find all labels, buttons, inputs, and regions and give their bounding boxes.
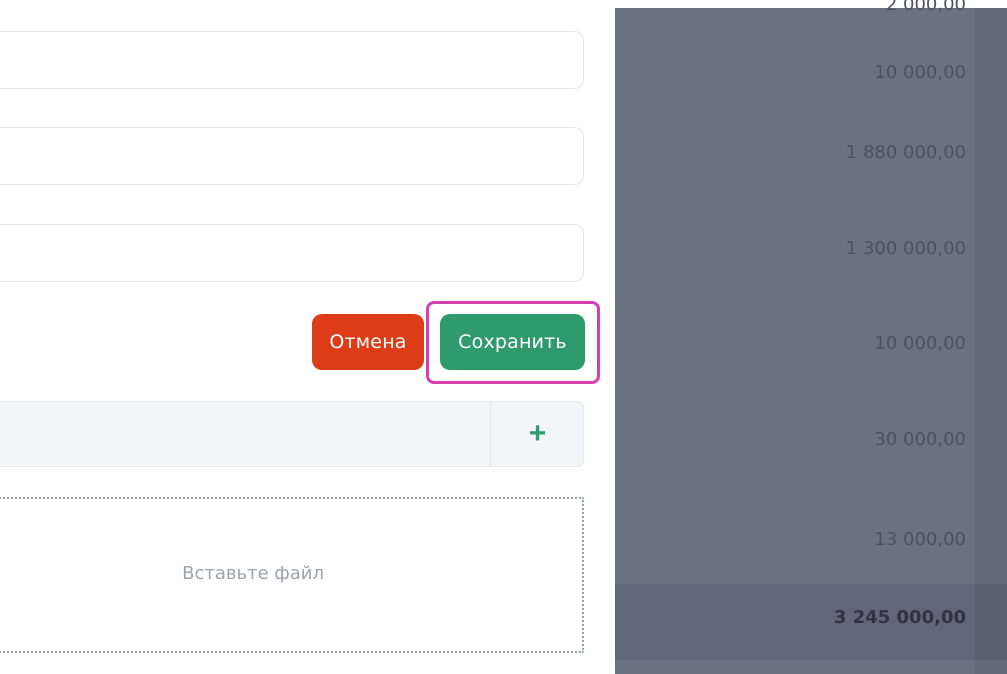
form-field-2[interactable] [0,127,584,185]
amount-row-1: 10 000,00 [874,62,966,83]
amount-partial: 2 000,00 [885,0,966,15]
amount-row-5: 30 000,00 [874,429,966,450]
form-field-3[interactable] [0,224,584,282]
plus-icon: + [528,417,547,450]
dropzone-label: Вставьте файл [182,563,324,584]
amounts-panel: 2 000,00 10 000,00 1 880 000,00 1 300 00… [615,0,1007,674]
cancel-button[interactable]: Отмена [312,314,424,370]
add-button[interactable]: + [491,401,584,467]
column-stripe [975,8,1007,674]
form-field-1[interactable] [0,31,584,89]
save-button[interactable]: Сохранить [440,314,585,370]
amount-row-6: 13 000,00 [874,529,966,550]
amount-row-4: 10 000,00 [874,333,966,354]
total-stripe [975,584,1007,660]
form-panel: Отмена Сохранить + Вставьте файл [0,0,615,674]
amount-total: 3 245 000,00 [833,607,966,628]
amount-row-3: 1 300 000,00 [845,238,966,259]
total-row: 3 245 000,00 [615,584,1007,660]
amount-row-2: 1 880 000,00 [845,142,966,163]
